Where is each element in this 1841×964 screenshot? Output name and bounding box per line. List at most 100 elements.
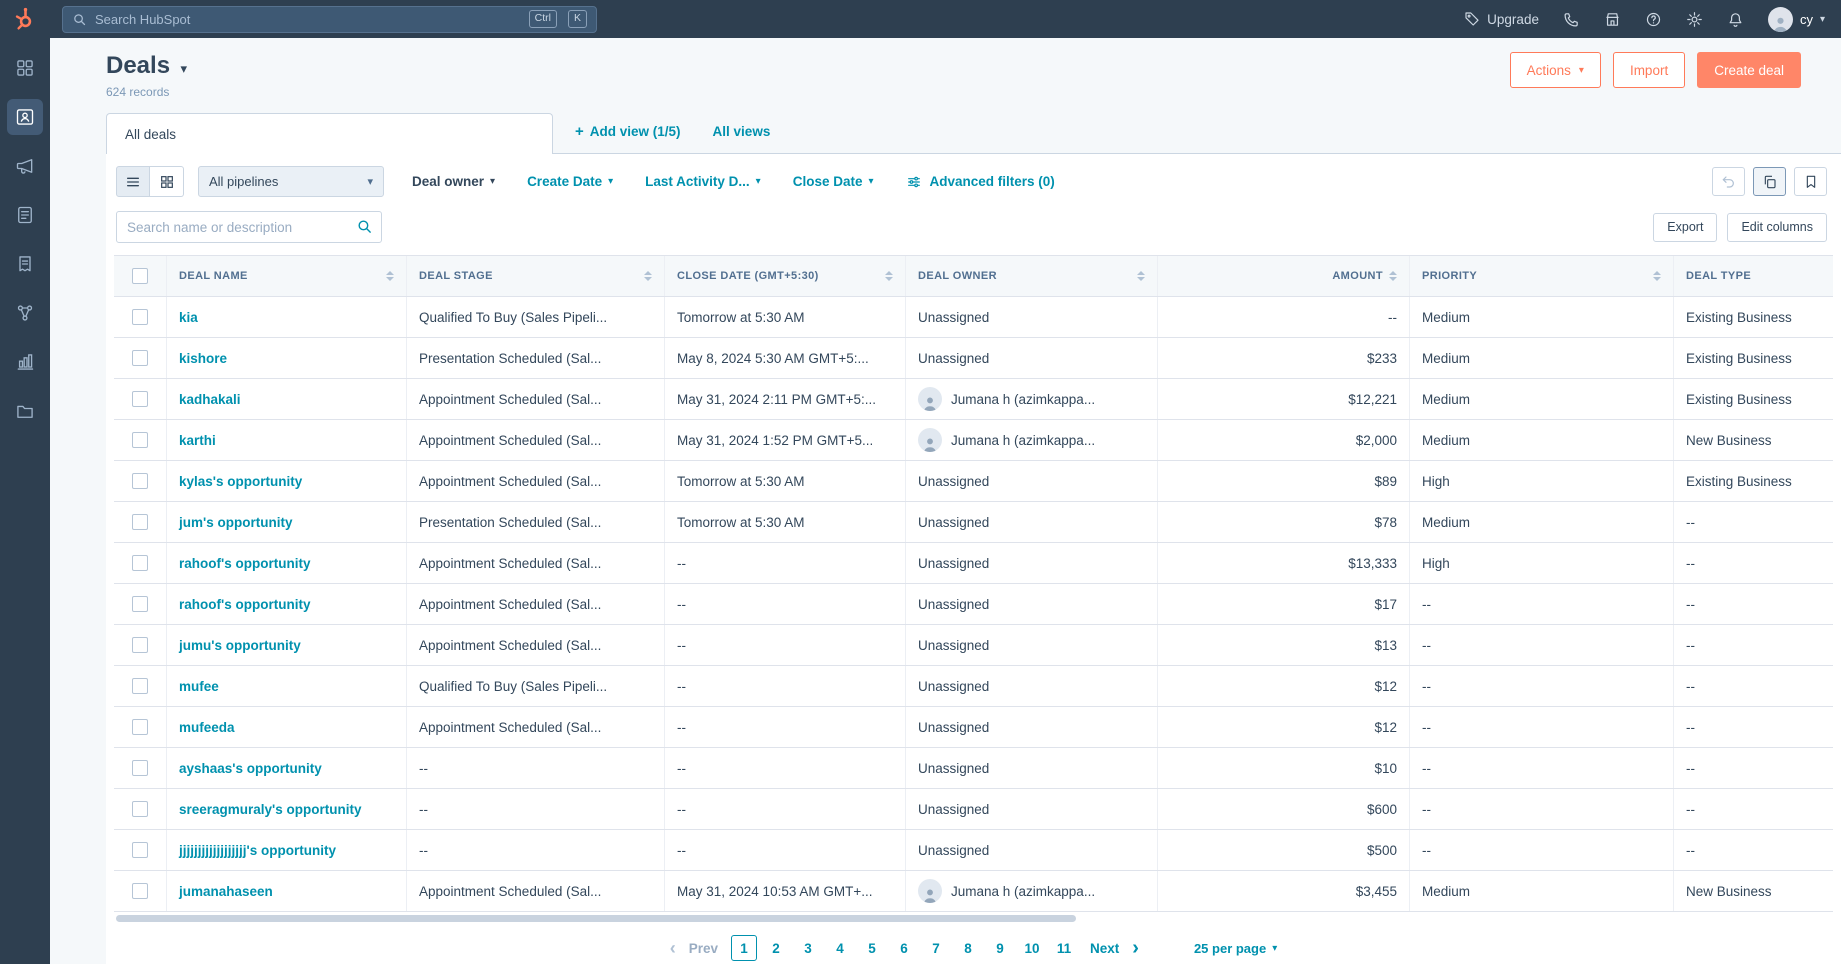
column-header-deal-name[interactable]: DEAL NAME bbox=[167, 256, 407, 296]
add-view-button[interactable]: + Add view (1/5) bbox=[575, 123, 681, 140]
deal-name-link[interactable]: jjjjjjjjjjjjjjjjjj's opportunity bbox=[179, 843, 336, 858]
row-checkbox[interactable] bbox=[132, 473, 148, 489]
per-page-select[interactable]: 25 per page ▾ bbox=[1194, 941, 1277, 956]
filter-deal-owner[interactable]: Deal owner▾ bbox=[412, 174, 495, 189]
page-button-1[interactable]: 1 bbox=[731, 935, 757, 961]
pipeline-select[interactable]: All pipelines ▾ bbox=[198, 166, 384, 197]
row-checkbox[interactable] bbox=[132, 596, 148, 612]
row-checkbox[interactable] bbox=[132, 801, 148, 817]
owner-avatar bbox=[918, 879, 942, 903]
deal-name-link[interactable]: kishore bbox=[179, 351, 227, 366]
deal-name-link[interactable]: mufee bbox=[179, 679, 219, 694]
deal-name-link[interactable]: kadhakali bbox=[179, 392, 241, 407]
column-header-deal-stage[interactable]: DEAL STAGE bbox=[407, 256, 665, 296]
filter-close-date[interactable]: Close Date▾ bbox=[793, 174, 874, 189]
row-checkbox[interactable] bbox=[132, 391, 148, 407]
select-all-checkbox[interactable] bbox=[132, 268, 148, 284]
sidebar-item-grid[interactable] bbox=[7, 50, 43, 86]
page-button-7[interactable]: 7 bbox=[923, 935, 949, 961]
deal-name-link[interactable]: mufeeda bbox=[179, 720, 235, 735]
owner-name: Unassigned bbox=[918, 515, 989, 530]
row-checkbox[interactable] bbox=[132, 719, 148, 735]
deal-name-link[interactable]: kia bbox=[179, 310, 198, 325]
deal-name-link[interactable]: jumu's opportunity bbox=[179, 638, 301, 653]
row-checkbox[interactable] bbox=[132, 350, 148, 366]
horizontal-scrollbar[interactable] bbox=[116, 914, 1831, 923]
sidebar-item-reporting[interactable] bbox=[7, 344, 43, 380]
marketplace-icon[interactable] bbox=[1604, 11, 1621, 28]
user-menu[interactable]: cy ▾ bbox=[1768, 7, 1825, 32]
page-title-group[interactable]: Deals ▾ 624 records bbox=[106, 52, 187, 99]
undo-button[interactable] bbox=[1712, 167, 1745, 196]
sidebar-item-content[interactable] bbox=[7, 197, 43, 233]
page-button-9[interactable]: 9 bbox=[987, 935, 1013, 961]
sidebar-item-marketing[interactable] bbox=[7, 148, 43, 184]
filter-last-activity-date[interactable]: Last Activity D...▾ bbox=[645, 174, 761, 189]
row-checkbox[interactable] bbox=[132, 842, 148, 858]
deal-name-link[interactable]: sreeragmuraly's opportunity bbox=[179, 802, 362, 817]
chevron-right-icon[interactable]: › bbox=[1132, 938, 1139, 958]
deal-name-link[interactable]: kylas's opportunity bbox=[179, 474, 302, 489]
deal-name-cell: mufeeda bbox=[167, 707, 407, 747]
hubspot-logo[interactable] bbox=[0, 6, 50, 32]
global-search-input[interactable]: Search HubSpot Ctrl K bbox=[62, 6, 597, 33]
column-header-amount[interactable]: AMOUNT bbox=[1158, 256, 1410, 296]
page-button-2[interactable]: 2 bbox=[763, 935, 789, 961]
row-checkbox[interactable] bbox=[132, 678, 148, 694]
deal-name-link[interactable]: jumanahaseen bbox=[179, 884, 273, 899]
row-checkbox[interactable] bbox=[132, 309, 148, 325]
prev-button[interactable]: Prev bbox=[689, 941, 718, 956]
list-view-button[interactable] bbox=[116, 166, 150, 197]
deal-name-cell: rahoof's opportunity bbox=[167, 543, 407, 583]
deal-name-link[interactable]: jum's opportunity bbox=[179, 515, 292, 530]
next-button[interactable]: Next bbox=[1090, 941, 1119, 956]
column-header-deal-owner[interactable]: DEAL OWNER bbox=[906, 256, 1158, 296]
column-header-deal-type[interactable]: DEAL TYPE bbox=[1674, 256, 1833, 296]
phone-icon[interactable] bbox=[1563, 11, 1580, 28]
advanced-filters-button[interactable]: Advanced filters (0) bbox=[906, 174, 1055, 190]
import-button[interactable]: Import bbox=[1613, 52, 1685, 88]
all-views-link[interactable]: All views bbox=[713, 124, 771, 139]
page-button-8[interactable]: 8 bbox=[955, 935, 981, 961]
deal-name-link[interactable]: rahoof's opportunity bbox=[179, 556, 310, 571]
page-button-11[interactable]: 11 bbox=[1051, 935, 1077, 961]
column-header-close-date[interactable]: CLOSE DATE (GMT+5:30) bbox=[665, 256, 906, 296]
page-button-5[interactable]: 5 bbox=[859, 935, 885, 961]
copy-view-button[interactable] bbox=[1753, 167, 1786, 196]
notifications-icon[interactable] bbox=[1727, 11, 1744, 28]
row-checkbox[interactable] bbox=[132, 637, 148, 653]
actions-button[interactable]: Actions ▾ bbox=[1510, 52, 1601, 88]
row-checkbox[interactable] bbox=[132, 555, 148, 571]
scrollbar-thumb[interactable] bbox=[116, 915, 1076, 922]
row-checkbox[interactable] bbox=[132, 432, 148, 448]
search-icon bbox=[356, 218, 373, 235]
page-button-3[interactable]: 3 bbox=[795, 935, 821, 961]
upgrade-button[interactable]: Upgrade bbox=[1464, 11, 1539, 27]
save-view-button[interactable] bbox=[1794, 167, 1827, 196]
help-icon[interactable] bbox=[1645, 11, 1662, 28]
deal-name-link[interactable]: ayshaas's opportunity bbox=[179, 761, 322, 776]
edit-columns-button[interactable]: Edit columns bbox=[1727, 213, 1827, 242]
table-search-input[interactable] bbox=[116, 211, 382, 243]
page-button-10[interactable]: 10 bbox=[1019, 935, 1045, 961]
chevron-left-icon[interactable]: ‹ bbox=[670, 939, 676, 957]
row-checkbox[interactable] bbox=[132, 514, 148, 530]
sidebar-item-automations[interactable] bbox=[7, 295, 43, 331]
sidebar-item-library[interactable] bbox=[7, 393, 43, 429]
row-checkbox[interactable] bbox=[132, 883, 148, 899]
row-checkbox-cell bbox=[114, 871, 167, 911]
filter-create-date[interactable]: Create Date▾ bbox=[527, 174, 613, 189]
tab-all-deals[interactable]: All deals bbox=[106, 113, 553, 154]
row-checkbox[interactable] bbox=[132, 760, 148, 776]
create-deal-button[interactable]: Create deal bbox=[1697, 52, 1801, 88]
deal-name-link[interactable]: rahoof's opportunity bbox=[179, 597, 310, 612]
board-view-button[interactable] bbox=[150, 166, 184, 197]
column-header-priority[interactable]: PRIORITY bbox=[1410, 256, 1674, 296]
sidebar-item-crm[interactable] bbox=[7, 99, 43, 135]
sidebar-item-commerce[interactable] bbox=[7, 246, 43, 282]
settings-icon[interactable] bbox=[1686, 11, 1703, 28]
page-button-4[interactable]: 4 bbox=[827, 935, 853, 961]
deal-name-link[interactable]: karthi bbox=[179, 433, 216, 448]
export-button[interactable]: Export bbox=[1653, 213, 1717, 242]
page-button-6[interactable]: 6 bbox=[891, 935, 917, 961]
